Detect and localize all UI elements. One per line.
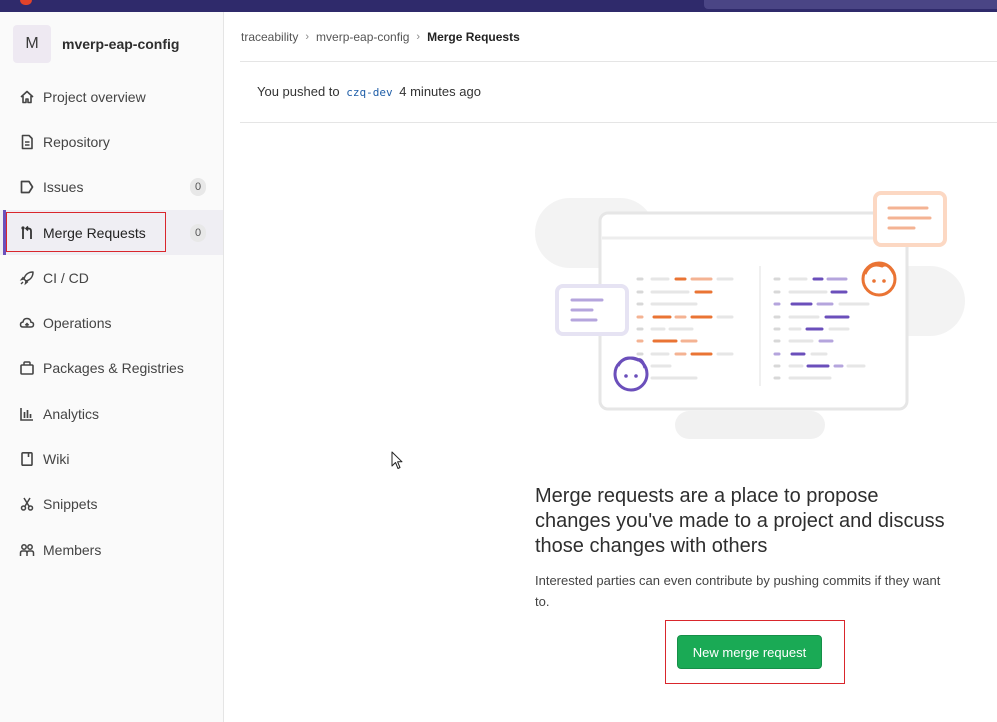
rocket-icon (19, 270, 35, 286)
sidebar-item-label: Wiki (43, 451, 70, 468)
sidebar-item-operations[interactable]: Operations (0, 300, 223, 345)
project-name: mverp-eap-config (62, 36, 180, 52)
sidebar-item-label: Operations (43, 315, 112, 332)
issues-icon (19, 179, 35, 195)
sidebar-item-label: Project overview (43, 88, 146, 105)
new-merge-request-button[interactable]: New merge request (677, 635, 822, 669)
scissors-icon (19, 496, 35, 512)
issues-count-badge: 0 (190, 178, 206, 197)
divider (240, 61, 997, 62)
chevron-right-icon: › (416, 31, 421, 43)
sidebar-item-merge-requests[interactable]: Merge Requests 0 (0, 209, 223, 256)
users-icon (19, 542, 35, 558)
merge-requests-count-badge: 0 (190, 223, 206, 242)
doc-icon (19, 134, 35, 150)
sidebar-item-analytics[interactable]: Analytics (0, 391, 223, 436)
cloud-icon (19, 315, 35, 331)
divider (240, 122, 997, 123)
sidebar-item-repository[interactable]: Repository (0, 119, 223, 164)
sidebar-item-label: Repository (43, 133, 110, 150)
sidebar-item-label: Merge Requests (43, 224, 146, 241)
breadcrumb-link-project[interactable]: mverp-eap-config (316, 30, 409, 44)
breadcrumb-link-group[interactable]: traceability (241, 30, 298, 44)
sidebar-item-wiki[interactable]: Wiki (0, 436, 223, 481)
sidebar-item-label: Analytics (43, 405, 100, 422)
empty-state-description: Interested parties can even contribute b… (535, 573, 941, 609)
sidebar-item-ci-cd[interactable]: CI / CD (0, 255, 223, 300)
sidebar-item-label: Packages & Registries (43, 360, 184, 377)
sidebar-item-issues[interactable]: Issues 0 (0, 165, 223, 210)
chevron-right-icon: › (305, 31, 310, 43)
project-header[interactable]: M mverp-eap-config (13, 25, 213, 63)
top-navbar (0, 0, 997, 12)
mouse-cursor-icon (391, 451, 403, 469)
merge-requests-empty-illustration (535, 191, 965, 439)
sidebar-item-label: Snippets (43, 496, 98, 513)
sidebar: M mverp-eap-config Project overview Repo… (0, 12, 224, 722)
sidebar-item-members[interactable]: Members (0, 527, 223, 572)
package-icon (19, 360, 35, 376)
push-notice-prefix: You pushed to (257, 84, 340, 99)
push-notice-suffix: 4 minutes ago (399, 84, 481, 99)
project-avatar: M (13, 25, 51, 63)
sidebar-item-snippets[interactable]: Snippets (0, 482, 223, 527)
breadcrumb: traceability › mverp-eap-config › Merge … (241, 30, 520, 44)
push-notice: You pushed to czq-dev 4 minutes ago (257, 84, 481, 99)
gitlab-logo-icon[interactable] (20, 0, 32, 5)
sidebar-item-label: Members (43, 541, 102, 558)
book-icon (19, 451, 35, 467)
branch-name-link[interactable]: czq-dev (346, 86, 392, 99)
breadcrumb-current[interactable]: Merge Requests (427, 30, 520, 44)
chart-icon (19, 406, 35, 422)
sidebar-nav: Project overview Repository Issues 0 Mer… (0, 74, 223, 572)
sidebar-item-project-overview[interactable]: Project overview (0, 74, 223, 119)
merge-request-icon (19, 225, 35, 241)
empty-state-title: Merge requests are a place to propose ch… (535, 485, 945, 557)
home-icon (19, 89, 35, 105)
sidebar-item-packages-registries[interactable]: Packages & Registries (0, 346, 223, 391)
sidebar-item-label: CI / CD (43, 269, 89, 286)
search-bar[interactable] (704, 0, 997, 9)
sidebar-item-label: Issues (43, 179, 84, 196)
